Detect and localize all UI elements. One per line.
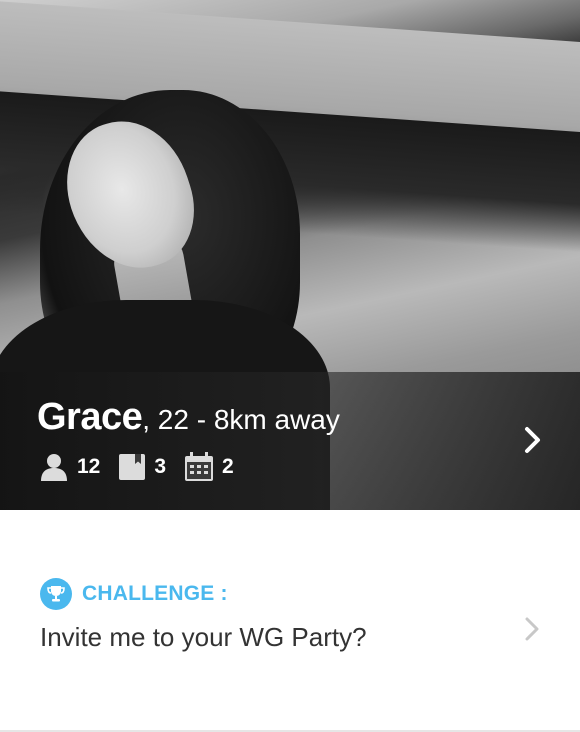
challenge-open-button[interactable] bbox=[524, 616, 540, 647]
profile-stats: 12 3 2 bbox=[39, 452, 234, 482]
profile-info-bar[interactable]: Grace, 22 - 8km away 12 3 2 bbox=[0, 372, 580, 510]
challenge-text: Invite me to your WG Party? bbox=[40, 622, 367, 652]
book-icon bbox=[119, 454, 146, 480]
challenge-label: CHALLENGE : bbox=[82, 582, 228, 605]
events-count: 2 bbox=[222, 455, 234, 478]
chevron-right-icon bbox=[525, 617, 539, 641]
stat-events: 2 bbox=[184, 452, 234, 482]
profile-age-distance: , 22 - 8km away bbox=[142, 404, 340, 435]
stat-books: 3 bbox=[118, 453, 166, 481]
profile-open-button[interactable] bbox=[524, 426, 542, 459]
profile-title: Grace, 22 - 8km away bbox=[37, 396, 340, 439]
friends-count: 12 bbox=[77, 455, 101, 478]
user-icon bbox=[41, 454, 67, 481]
calendar-icon bbox=[185, 452, 214, 481]
stat-friends: 12 bbox=[39, 453, 100, 481]
trophy-icon bbox=[40, 578, 72, 610]
profile-card[interactable]: Grace, 22 - 8km away 12 3 2 CHALLENGE: … bbox=[0, 0, 580, 732]
chevron-right-icon bbox=[525, 427, 540, 453]
profile-photo[interactable]: Grace, 22 - 8km away 12 3 2 bbox=[0, 0, 580, 510]
challenge-section[interactable]: CHALLENGE : Invite me to your WG Party? bbox=[0, 510, 580, 730]
profile-name: Grace bbox=[37, 396, 143, 438]
challenge-header: CHALLENGE : bbox=[40, 578, 228, 610]
books-count: 3 bbox=[154, 455, 167, 478]
